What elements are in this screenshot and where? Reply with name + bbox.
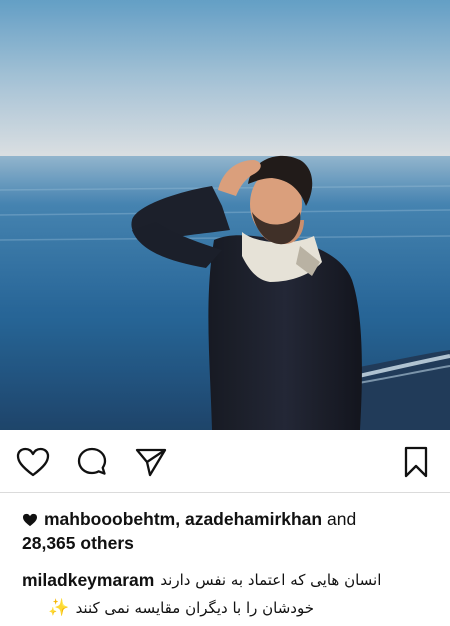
caption: miladkeymaram انسان هایی که اعتماد به نف… (22, 566, 430, 622)
caption-text-2: خودشان را با دیگران مقایسه نمی کنند (75, 599, 314, 617)
caption-line-1: miladkeymaram انسان هایی که اعتماد به نف… (22, 566, 430, 594)
send-icon[interactable] (133, 446, 169, 478)
comment-icon[interactable] (74, 446, 110, 478)
caption-username[interactable]: miladkeymaram (22, 566, 154, 594)
heart-icon[interactable] (15, 446, 51, 478)
caption-line-2: ✨ خودشان را با دیگران مقایسه نمی کنند (22, 594, 314, 622)
likes-and: and (326, 509, 357, 529)
post-photo[interactable] (0, 0, 450, 430)
bookmark-icon[interactable] (398, 446, 434, 478)
divider (0, 492, 450, 493)
likes-summary[interactable]: mahbooobehtm, azadehamirkhan and 28,365 … (22, 508, 428, 554)
likes-others-count[interactable]: 28,365 others (22, 533, 134, 553)
sparkle-icon: ✨ (48, 598, 70, 617)
heart-small-icon (22, 510, 40, 532)
caption-text-1: انسان هایی که اعتماد به نفس دارند (160, 571, 382, 589)
liked-by-users[interactable]: mahbooobehtm, azadehamirkhan (44, 509, 322, 529)
action-bar (0, 430, 450, 494)
